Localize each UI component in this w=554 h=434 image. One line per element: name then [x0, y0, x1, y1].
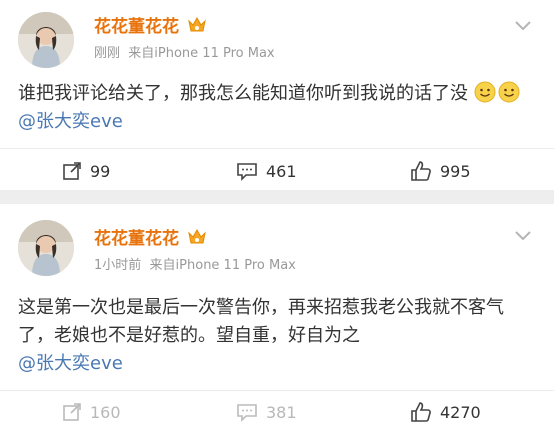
thumbs-up-icon: [411, 161, 431, 181]
chevron-down-icon[interactable]: [512, 224, 534, 246]
post-time: 1小时前: [94, 258, 142, 273]
like-button[interactable]: 995: [410, 157, 471, 185]
post-time: 刚刚: [94, 46, 121, 61]
avatar-image: [18, 220, 74, 276]
post-meta: 1小时前 来自iPhone 11 Pro Max: [94, 254, 296, 273]
divider: [0, 390, 554, 391]
comment-button[interactable]: 381: [236, 398, 297, 426]
post-text: 谁把我评论给关了，那我怎么能知道你听到我说的话了没: [18, 83, 468, 104]
post-source: 来自iPhone 11 Pro Max: [128, 46, 275, 61]
repost-button[interactable]: 160: [62, 398, 121, 426]
vip-crown-icon: [188, 228, 206, 244]
comment-icon: [237, 163, 257, 181]
username-text: 花花董花花: [94, 17, 179, 37]
like-count: 995: [440, 161, 471, 181]
avatar[interactable]: [18, 220, 74, 276]
post-card: 花花董花花 刚刚 来自iPhone 11 Pro Max 谁把我评论给关了，那我…: [0, 0, 554, 190]
smile-emoji-icon: [498, 81, 520, 103]
comment-button[interactable]: 461: [236, 157, 297, 185]
thumbs-up-icon: [411, 402, 431, 422]
smile-emoji-icon: [474, 81, 496, 103]
comment-icon: [237, 404, 257, 422]
post-card: 花花董花花 1小时前 来自iPhone 11 Pro Max 这是第一次也是最后…: [0, 204, 554, 434]
repost-icon: [63, 162, 81, 180]
action-bar: 160 381 4270: [0, 398, 554, 426]
chevron-down-icon[interactable]: [512, 14, 534, 36]
post-meta: 刚刚 来自iPhone 11 Pro Max: [94, 42, 275, 61]
like-count: 4270: [440, 402, 481, 422]
avatar-image: [18, 12, 74, 68]
username[interactable]: 花花董花花: [94, 12, 207, 37]
post-content: 谁把我评论给关了，那我怎么能知道你听到我说的话了没 @张大奕eve: [18, 80, 534, 136]
mention-link[interactable]: @张大奕eve: [18, 111, 123, 132]
repost-button[interactable]: 99: [62, 157, 110, 185]
repost-count: 99: [90, 161, 111, 181]
like-button[interactable]: 4270: [410, 398, 481, 426]
username[interactable]: 花花董花花: [94, 224, 207, 249]
mention-link[interactable]: @张大奕eve: [18, 353, 123, 374]
post-text: 这是第一次也是最后一次警告你，再来招惹我老公我就不客气了，老娘也不是好惹的。望自…: [18, 297, 504, 346]
post-content: 这是第一次也是最后一次警告你，再来招惹我老公我就不客气了，老娘也不是好惹的。望自…: [18, 294, 534, 378]
avatar[interactable]: [18, 12, 74, 68]
post-source: 来自iPhone 11 Pro Max: [149, 258, 296, 273]
comment-count: 381: [266, 402, 297, 422]
repost-icon: [63, 403, 81, 421]
comment-count: 461: [266, 161, 297, 181]
action-bar: 99 461 995: [0, 157, 554, 185]
username-text: 花花董花花: [94, 229, 179, 249]
divider: [0, 148, 554, 149]
vip-crown-icon: [188, 16, 206, 32]
repost-count: 160: [90, 402, 121, 422]
